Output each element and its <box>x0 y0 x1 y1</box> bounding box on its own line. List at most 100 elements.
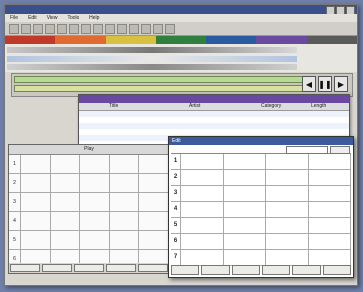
deck-track-row[interactable] <box>14 76 312 83</box>
grid-cell[interactable] <box>109 212 140 231</box>
grid-cell[interactable] <box>223 154 266 170</box>
grid-cell[interactable] <box>109 155 140 174</box>
grid-cell[interactable] <box>139 155 169 174</box>
grid-cell[interactable] <box>181 218 224 234</box>
dialog-button[interactable] <box>322 265 351 275</box>
menu-help[interactable]: Help <box>89 14 99 22</box>
footer-button[interactable] <box>138 264 168 272</box>
toolbar-button[interactable] <box>69 24 79 34</box>
column-header-length[interactable]: Length <box>309 103 347 110</box>
footer-button[interactable] <box>74 264 104 272</box>
toolbar-button[interactable] <box>129 24 139 34</box>
grid-cell[interactable] <box>266 170 309 186</box>
row-number: 2 <box>171 170 181 186</box>
toolbar-button[interactable] <box>117 24 127 34</box>
grid-cell[interactable] <box>139 212 169 231</box>
footer-button[interactable] <box>42 264 72 272</box>
grid-cell[interactable] <box>80 212 110 231</box>
grid-cell[interactable] <box>181 154 224 170</box>
dialog-button[interactable] <box>261 265 291 275</box>
pause-icon[interactable]: ❚❚ <box>318 76 332 92</box>
grid-cell[interactable] <box>139 193 169 212</box>
toolbar-button[interactable] <box>21 24 31 34</box>
find-button[interactable] <box>330 146 350 154</box>
previous-icon[interactable]: ◀ <box>302 76 316 92</box>
grid-cell[interactable] <box>266 234 309 250</box>
toolbar-button[interactable] <box>93 24 103 34</box>
grid-cell[interactable] <box>266 218 309 234</box>
grid-cell[interactable] <box>181 234 224 250</box>
menu-file[interactable]: File <box>10 14 18 22</box>
toolbar-button[interactable] <box>57 24 67 34</box>
search-input[interactable] <box>286 146 328 154</box>
toolbar-button[interactable] <box>33 24 43 34</box>
column-header-artist[interactable]: Artist <box>187 103 259 110</box>
grid-cell[interactable] <box>181 202 224 218</box>
grid-cell[interactable] <box>139 174 169 193</box>
dialog-button[interactable] <box>201 265 230 275</box>
row-number: 3 <box>9 193 21 212</box>
deck-track-row[interactable] <box>14 85 312 92</box>
grid-cell[interactable] <box>80 174 110 193</box>
grid-cell[interactable] <box>308 154 351 170</box>
menu-edit[interactable]: Edit <box>28 14 37 22</box>
grid-cell[interactable] <box>181 170 224 186</box>
grid-cell[interactable] <box>223 234 266 250</box>
grid-cell[interactable] <box>308 250 351 266</box>
toolbar-button[interactable] <box>165 24 175 34</box>
grid-cell[interactable] <box>266 154 309 170</box>
grid-cell[interactable] <box>223 250 266 266</box>
grid-cell[interactable] <box>266 250 309 266</box>
grid-cell[interactable] <box>80 193 110 212</box>
grid-cell[interactable] <box>21 155 51 174</box>
dialog-button[interactable] <box>231 265 260 275</box>
grid-cell[interactable] <box>50 174 81 193</box>
grid-cell[interactable] <box>308 202 351 218</box>
grid-cell[interactable] <box>223 170 266 186</box>
grid-cell[interactable] <box>109 193 140 212</box>
grid-cell[interactable] <box>50 193 81 212</box>
grid-cell[interactable] <box>181 250 224 266</box>
column-header-title[interactable]: Title <box>107 103 187 110</box>
grid-cell[interactable] <box>80 155 110 174</box>
grid-cell[interactable] <box>21 174 51 193</box>
footer-button[interactable] <box>106 264 136 272</box>
grid-cell[interactable] <box>308 170 351 186</box>
grid-cell[interactable] <box>223 218 266 234</box>
grid-cell[interactable] <box>139 231 169 250</box>
grid-cell[interactable] <box>21 231 51 250</box>
grid-cell[interactable] <box>109 174 140 193</box>
menu-view[interactable]: View <box>47 14 58 22</box>
grid-cell[interactable] <box>80 231 110 250</box>
grid-cell[interactable] <box>181 186 224 202</box>
footer-button[interactable] <box>10 264 40 272</box>
toolbar-button[interactable] <box>105 24 115 34</box>
grid-cell[interactable] <box>50 212 81 231</box>
column-header[interactable] <box>79 103 107 110</box>
grid-cell[interactable] <box>308 234 351 250</box>
play-icon[interactable]: ▶ <box>334 76 348 92</box>
toolbar-button[interactable] <box>9 24 19 34</box>
grid-cell[interactable] <box>21 193 51 212</box>
menu-tools[interactable]: Tools <box>67 14 79 22</box>
toolbar-button[interactable] <box>153 24 163 34</box>
toolbar-button[interactable] <box>81 24 91 34</box>
dialog-button[interactable] <box>292 265 321 275</box>
grid-cell[interactable] <box>308 218 351 234</box>
meter-segment <box>155 36 207 44</box>
title-bar <box>5 5 357 15</box>
dialog-button[interactable] <box>171 265 200 275</box>
grid-cell[interactable] <box>223 186 266 202</box>
grid-cell[interactable] <box>223 202 266 218</box>
grid-cell[interactable] <box>50 231 81 250</box>
column-header-category[interactable]: Category <box>259 103 309 110</box>
grid-cell[interactable] <box>266 186 309 202</box>
grid-cell[interactable] <box>21 212 51 231</box>
grid-cell[interactable] <box>266 202 309 218</box>
toolbar-button[interactable] <box>141 24 151 34</box>
grid-cell[interactable] <box>308 186 351 202</box>
grid-cell[interactable] <box>109 231 140 250</box>
row-number: 5 <box>171 218 181 234</box>
grid-cell[interactable] <box>50 155 81 174</box>
toolbar-button[interactable] <box>45 24 55 34</box>
